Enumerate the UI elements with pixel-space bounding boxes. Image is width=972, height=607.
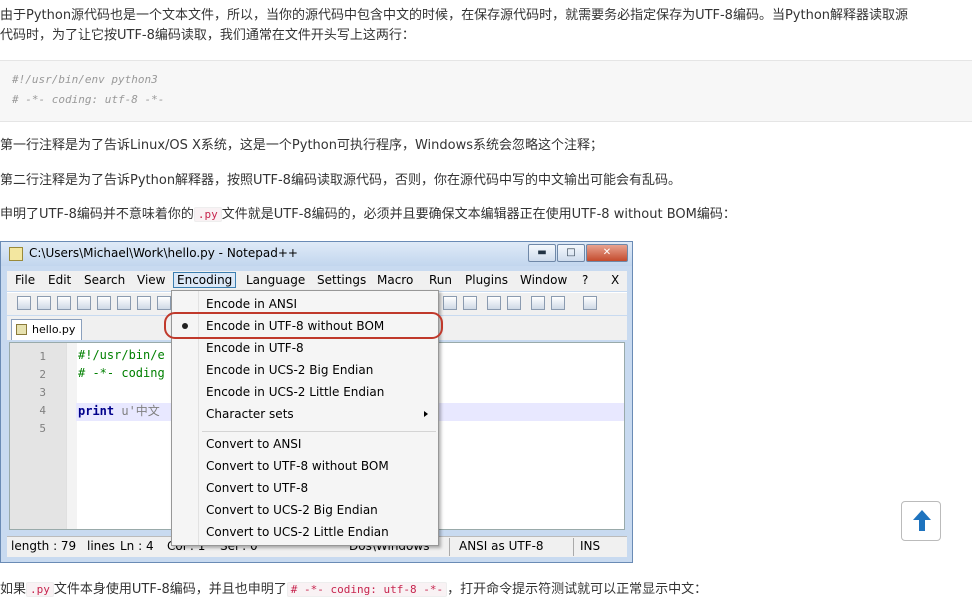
record-macro-icon[interactable] — [583, 296, 597, 310]
line-number: 2 — [39, 368, 46, 381]
menu-item-label: Character sets — [206, 407, 294, 421]
menu-item-label: Convert to UCS-2 Big Endian — [206, 503, 378, 517]
menu-item-encode-ucs2-le[interactable]: Encode in UCS-2 Little Endian — [172, 381, 438, 403]
editor-line-1: #!/usr/bin/e — [78, 348, 165, 362]
menu-search[interactable]: Search — [84, 273, 125, 287]
status-lines: lines — [87, 539, 115, 553]
save-all-icon[interactable] — [77, 296, 91, 310]
menu-macro[interactable]: Macro — [377, 273, 413, 287]
paragraph-1-line-1: 由于Python源代码也是一个文本文件，所以，当你的源代码中包含中文的时候，在保… — [0, 8, 909, 23]
menu-settings[interactable]: Settings — [317, 273, 366, 287]
menu-item-encode-ucs2-be[interactable]: Encode in UCS-2 Big Endian — [172, 359, 438, 381]
menu-item-encode-utf8[interactable]: Encode in UTF-8 — [172, 337, 438, 359]
para4-text-b: 文件就是UTF-8编码的，必须并且要确保文本编辑器正在使用UTF-8 witho… — [221, 207, 736, 222]
line-number: 3 — [39, 386, 46, 399]
editor-line-4: print u'中文 — [78, 404, 160, 418]
status-separator — [449, 538, 450, 556]
menu-help[interactable]: ? — [582, 273, 588, 287]
window-controls: ▬ □ ✕ — [527, 244, 628, 262]
window-title: C:\Users\Michael\Work\hello.py - Notepad… — [29, 246, 298, 260]
show-all-chars-icon[interactable] — [507, 296, 521, 310]
print-icon[interactable] — [137, 296, 151, 310]
cut-icon[interactable] — [157, 296, 171, 310]
title-bar: C:\Users\Michael\Work\hello.py - Notepad… — [1, 242, 632, 266]
paragraph-5: 如果 .py 文件本身使用UTF-8编码，并且也申明了 # -*- coding: u… — [0, 580, 707, 600]
paragraph-2: 第一行注释是为了告诉Linux/OS X系统，这是一个Python可执行程序，W… — [0, 138, 604, 153]
save-icon[interactable] — [57, 296, 71, 310]
arrow-up-shaft — [919, 519, 925, 531]
menu-window[interactable]: Window — [520, 273, 567, 287]
line-number: 1 — [39, 350, 46, 363]
para5-text-c: ，打开命令提示符测试就可以正常显示中文： — [447, 582, 708, 597]
submenu-arrow-icon — [424, 411, 428, 417]
close-file-icon[interactable] — [97, 296, 111, 310]
menu-item-convert-ucs2-le[interactable]: Convert to UCS-2 Little Endian — [172, 521, 438, 543]
menu-divider — [202, 431, 436, 432]
menu-item-convert-utf8-no-bom[interactable]: Convert to UTF-8 without BOM — [172, 455, 438, 477]
status-encoding: ANSI as UTF-8 — [459, 539, 544, 553]
editor-line-4-string: u'中文 — [121, 404, 160, 418]
code-line-coding: # -*- coding: utf-8 -*- — [12, 93, 165, 106]
status-ln: Ln : 4 — [120, 539, 154, 553]
menu-item-label: Convert to UTF-8 — [206, 481, 309, 495]
status-separator — [573, 538, 574, 556]
paragraph-4: 申明了UTF-8编码并不意味着你的 .py 文件就是UTF-8编码的，必须并且要确保… — [0, 205, 736, 225]
menu-bar: File Edit Search View Encoding Language … — [7, 271, 627, 291]
para4-text-a: 申明了UTF-8编码并不意味着你的 — [0, 207, 194, 222]
paragraph-1-line-2: 代码时，为了让它按UTF-8编码读取，我们通常在文件开头写上这两行： — [0, 28, 415, 43]
code-line-shebang: #!/usr/bin/env python3 — [12, 73, 158, 86]
line-number: 5 — [39, 422, 46, 435]
menu-item-label: Encode in UCS-2 Little Endian — [206, 385, 385, 399]
menu-close-doc[interactable]: X — [611, 273, 619, 287]
menu-item-convert-ansi[interactable]: Convert to ANSI — [172, 433, 438, 455]
zoom-icon[interactable] — [443, 296, 457, 310]
code-block: #!/usr/bin/env python3 # -*- coding: utf… — [0, 60, 972, 122]
menu-item-label: Encode in UTF-8 — [206, 341, 304, 355]
menu-file[interactable]: File — [15, 273, 35, 287]
minimize-button[interactable]: ▬ — [528, 244, 556, 262]
status-length: length : 79 — [11, 539, 77, 553]
tab-hello-py[interactable]: hello.py — [11, 319, 83, 340]
inline-code-py: .py — [26, 582, 54, 597]
annotation-highlight-ring — [164, 312, 443, 339]
menu-language[interactable]: Language — [246, 273, 305, 287]
inline-code-coding: # -*- coding: utf-8 -*- — [286, 582, 448, 597]
maximize-button[interactable]: □ — [557, 244, 585, 262]
status-mode: INS — [580, 539, 601, 553]
line-number: 4 — [39, 404, 46, 417]
paragraph-3: 第二行注释是为了告诉Python解释器，按照UTF-8编码读取源代码，否则，你在… — [0, 173, 681, 188]
inline-code-py: .py — [193, 207, 222, 222]
menu-item-character-sets[interactable]: Character sets — [172, 403, 438, 425]
indent-guide-icon[interactable] — [531, 296, 545, 310]
sync-scroll-icon[interactable] — [463, 296, 477, 310]
menu-item-convert-ucs2-be[interactable]: Convert to UCS-2 Big Endian — [172, 499, 438, 521]
menu-item-convert-utf8[interactable]: Convert to UTF-8 — [172, 477, 438, 499]
editor-line-2: # -*- coding — [78, 366, 165, 380]
menu-run[interactable]: Run — [429, 273, 452, 287]
tab-label: hello.py — [32, 323, 76, 336]
para5-text-b: 文件本身使用UTF-8编码，并且也申明了 — [53, 582, 287, 597]
menu-edit[interactable]: Edit — [48, 273, 71, 287]
word-wrap-icon[interactable] — [487, 296, 501, 310]
scroll-to-top-button[interactable] — [901, 501, 941, 541]
file-icon — [16, 324, 27, 335]
close-button[interactable]: ✕ — [586, 244, 628, 262]
menu-encoding[interactable]: Encoding — [173, 272, 237, 288]
menu-item-label: Convert to UTF-8 without BOM — [206, 459, 389, 473]
menu-view[interactable]: View — [137, 273, 165, 287]
menu-item-label: Convert to UCS-2 Little Endian — [206, 525, 389, 539]
new-file-icon[interactable] — [17, 296, 31, 310]
user-lang-icon[interactable] — [551, 296, 565, 310]
fold-margin — [66, 343, 77, 529]
notepad-app-icon — [9, 247, 23, 261]
open-file-icon[interactable] — [37, 296, 51, 310]
close-all-icon[interactable] — [117, 296, 131, 310]
para5-text-a: 如果 — [0, 582, 27, 597]
line-number-gutter: 1 2 3 4 5 — [10, 343, 66, 529]
menu-item-label: Encode in UCS-2 Big Endian — [206, 363, 374, 377]
menu-item-label: Convert to ANSI — [206, 437, 302, 451]
menu-plugins[interactable]: Plugins — [465, 273, 508, 287]
